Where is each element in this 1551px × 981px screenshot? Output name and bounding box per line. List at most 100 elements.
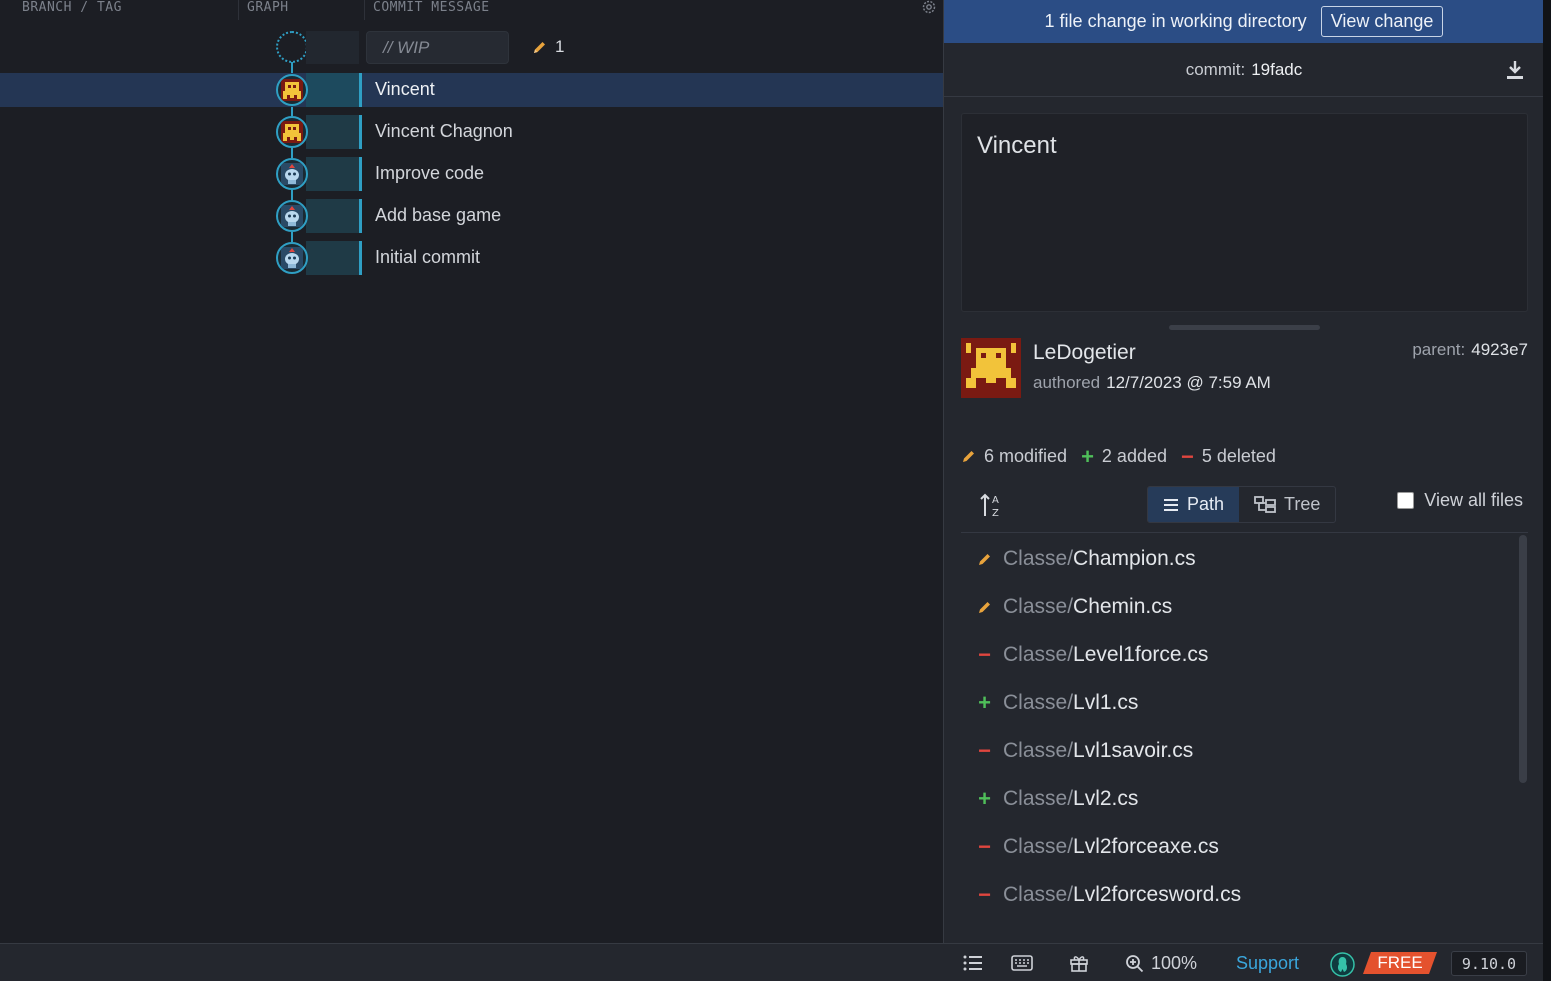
parent-label: parent: xyxy=(1412,340,1466,359)
file-name: Lvl1.cs xyxy=(1073,691,1139,714)
file-row[interactable]: Classe/Chemin.cs xyxy=(961,583,1511,631)
file-list-scrollbar[interactable] xyxy=(1519,535,1527,783)
file-row[interactable]: − Classe/Lvl2forceaxe.cs xyxy=(961,823,1511,871)
view-all-files-checkbox[interactable] xyxy=(1397,492,1415,509)
wip-summary-input[interactable]: // WIP xyxy=(366,31,509,64)
tree-view-button[interactable]: Tree xyxy=(1239,487,1335,522)
commit-node[interactable] xyxy=(276,242,308,274)
commit-row[interactable]: Initial commit xyxy=(0,241,943,275)
commit-label: commit: xyxy=(1185,59,1246,79)
file-name: Champion.cs xyxy=(1073,547,1196,570)
column-divider[interactable] xyxy=(364,0,365,20)
view-all-files-label: View all files xyxy=(1424,490,1523,510)
list-icon xyxy=(1164,498,1178,511)
authored-date: 12/7/2023 @ 7:59 AM xyxy=(1106,373,1271,392)
file-dir: Classe/ xyxy=(1003,787,1074,810)
deleted-stat: − 5 deleted xyxy=(1181,443,1276,469)
commit-row-strip xyxy=(306,199,359,233)
wip-change-count[interactable]: 1 xyxy=(532,37,564,57)
commit-row-strip xyxy=(306,241,359,275)
zoom-control[interactable]: 100% xyxy=(1125,953,1197,974)
plan-badge[interactable]: FREE xyxy=(1363,952,1437,974)
gear-icon[interactable] xyxy=(920,0,938,16)
file-name: Level1force.cs xyxy=(1073,643,1209,666)
commit-node[interactable] xyxy=(276,158,308,190)
gitkraken-window: BRANCH / TAG GRAPH COMMIT MESSAGE // WIP… xyxy=(0,0,1551,981)
zoom-icon xyxy=(1126,955,1144,973)
column-divider[interactable] xyxy=(238,0,239,20)
commit-row[interactable]: Improve code xyxy=(0,157,943,191)
view-change-button[interactable]: View change xyxy=(1320,6,1444,37)
file-row[interactable]: − Classe/Lvl2forcesword.cs xyxy=(961,871,1511,919)
file-row[interactable]: + Classe/Lvl2.cs xyxy=(961,775,1511,823)
view-all-files-toggle[interactable]: View all files xyxy=(1397,490,1523,511)
commit-row-bar xyxy=(359,115,362,149)
support-link[interactable]: Support xyxy=(1236,953,1299,974)
plus-icon: + xyxy=(1081,443,1094,469)
column-header-graph[interactable]: GRAPH xyxy=(247,0,289,20)
commit-detail-panel: 1 file change in working directory View … xyxy=(943,0,1544,943)
robot-avatar-icon xyxy=(281,163,303,185)
file-row[interactable]: − Classe/Lvl1savoir.cs xyxy=(961,727,1511,775)
file-dir: Classe/ xyxy=(1003,691,1074,714)
file-row[interactable]: − Classe/Level1force.cs xyxy=(961,631,1511,679)
wip-change-count-value: 1 xyxy=(555,37,565,56)
pixel-avatar-icon xyxy=(281,121,303,143)
path-view-button[interactable]: Path xyxy=(1148,487,1240,522)
added-count: 2 added xyxy=(1101,446,1167,466)
list-bullets-icon xyxy=(963,955,982,971)
commit-node[interactable] xyxy=(276,200,308,232)
commit-node[interactable] xyxy=(276,116,308,148)
file-dir: Classe/ xyxy=(1003,643,1074,666)
commit-sha[interactable]: 19fadc xyxy=(1251,60,1302,80)
minus-icon: − xyxy=(978,834,991,859)
minus-icon: − xyxy=(978,738,991,763)
minus-icon: − xyxy=(1181,443,1194,469)
commit-graph-panel: BRANCH / TAG GRAPH COMMIT MESSAGE // WIP… xyxy=(0,0,943,943)
path-view-label: Path xyxy=(1187,494,1225,514)
keyboard-shortcuts-button[interactable] xyxy=(1011,955,1033,971)
file-name: Lvl2forceaxe.cs xyxy=(1073,835,1219,858)
commit-row-bar xyxy=(359,73,362,107)
banner-text: 1 file change in working directory xyxy=(1044,11,1307,31)
pencil-icon xyxy=(963,451,974,462)
pixel-avatar-icon xyxy=(281,79,303,101)
commit-row[interactable]: Vincent xyxy=(0,73,943,107)
sort-alpha-icon[interactable]: A Z xyxy=(980,492,1004,518)
column-header-commit-message[interactable]: COMMIT MESSAGE xyxy=(373,0,490,20)
commit-sha-line: commit: 19fadc xyxy=(944,43,1544,97)
robot-avatar-icon xyxy=(281,205,303,227)
wip-node[interactable] xyxy=(276,31,308,63)
modified-count: 6 modified xyxy=(984,446,1068,466)
commit-row-bar xyxy=(359,241,362,275)
commit-row-strip xyxy=(306,115,359,149)
file-name: Lvl2forcesword.cs xyxy=(1073,883,1242,906)
tree-icon xyxy=(1254,495,1276,513)
file-change-stats: 6 modified + 2 added − 5 deleted xyxy=(961,443,1276,469)
file-dir: Classe/ xyxy=(1003,547,1074,570)
pencil-icon xyxy=(976,552,993,567)
resize-handle[interactable] xyxy=(1169,325,1320,330)
file-row[interactable]: + Classe/Lvl1.cs xyxy=(961,679,1511,727)
whats-new-button[interactable] xyxy=(1069,953,1089,973)
wip-row-strip xyxy=(306,31,359,64)
robot-avatar-icon xyxy=(281,247,303,269)
gitkraken-logo-icon[interactable] xyxy=(1330,952,1355,977)
parent-sha[interactable]: 4923e7 xyxy=(1471,340,1528,359)
minus-icon: − xyxy=(978,642,991,667)
file-row[interactable]: Classe/Champion.cs xyxy=(961,535,1511,583)
commit-row[interactable]: Add base game xyxy=(0,199,943,233)
commit-node[interactable] xyxy=(276,74,308,106)
file-dir: Classe/ xyxy=(1003,883,1074,906)
version-label: 9.10.0 xyxy=(1451,951,1527,976)
activity-log-button[interactable] xyxy=(963,954,983,972)
file-name: Lvl2.cs xyxy=(1073,787,1139,810)
commit-row[interactable]: Vincent Chagnon xyxy=(0,115,943,149)
commit-message: Initial commit xyxy=(375,247,481,267)
column-header-branch-tag[interactable]: BRANCH / TAG xyxy=(22,0,122,20)
commit-message-box[interactable]: Vincent xyxy=(961,113,1528,312)
file-dir: Classe/ xyxy=(1003,739,1074,762)
pencil-icon xyxy=(534,41,545,53)
file-view-toggle: Path Tree xyxy=(1147,486,1337,523)
download-icon[interactable] xyxy=(1506,60,1524,80)
